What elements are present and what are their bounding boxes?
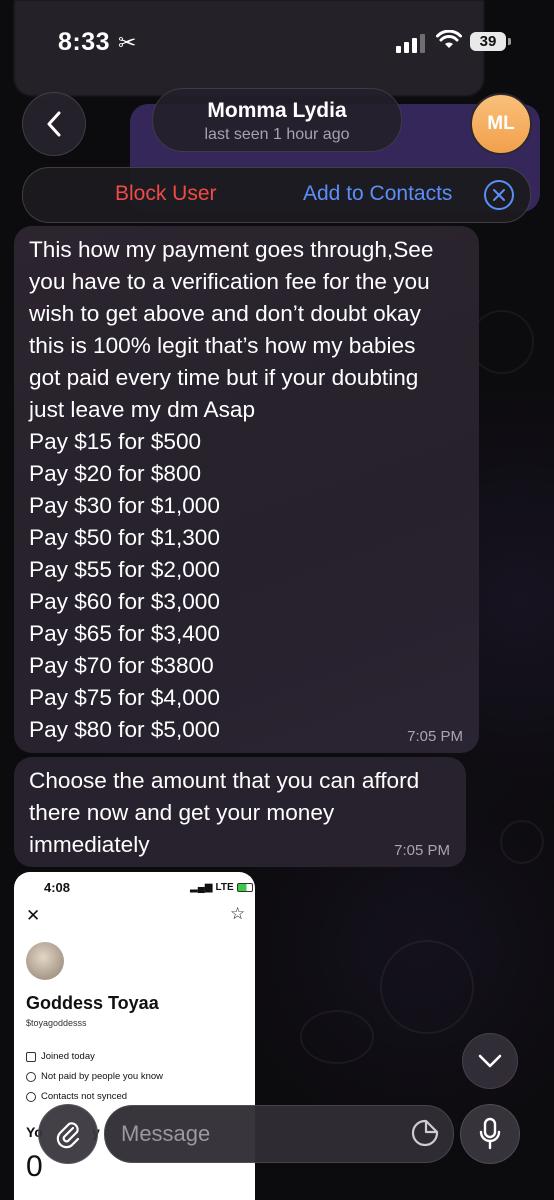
attachment-profile-handle: $toyagoddesss bbox=[26, 1018, 87, 1028]
message-line: Pay $30 for $1,000 bbox=[29, 493, 220, 518]
attachment-status-time: 4:08 bbox=[44, 880, 71, 895]
message-line: just leave my dm Asap bbox=[29, 397, 256, 422]
paperclip-icon bbox=[56, 1122, 80, 1149]
message-line: Pay $20 for $800 bbox=[29, 461, 202, 486]
attachment-info-text: Contacts not synced bbox=[41, 1091, 128, 1102]
attachment-signal-icon: ▂▄▆ bbox=[190, 882, 213, 893]
attachment-info-row: Contacts not synced bbox=[26, 1091, 127, 1102]
message-line: Pay $15 for $500 bbox=[29, 429, 202, 454]
calendar-icon bbox=[26, 1051, 36, 1062]
message-timestamp: 7:05 PM bbox=[394, 842, 450, 859]
battery-icon: 39 bbox=[470, 32, 511, 51]
scroll-to-bottom-button[interactable] bbox=[462, 1033, 518, 1089]
contact-name: Momma Lydia bbox=[207, 99, 347, 122]
close-icon[interactable] bbox=[484, 180, 514, 210]
attachment-info-row: Joined today bbox=[26, 1051, 95, 1062]
message-line: Pay $70 for $3800 bbox=[29, 653, 214, 678]
attachment-close-icon: ✕ bbox=[26, 906, 41, 925]
message-input[interactable] bbox=[119, 1118, 393, 1150]
last-seen-status: last seen 1 hour ago bbox=[204, 126, 350, 143]
attachment-info-row: Not paid by people you know bbox=[26, 1071, 163, 1082]
attach-button[interactable] bbox=[38, 1104, 98, 1164]
message-line: Pay $65 for $3,400 bbox=[29, 621, 220, 646]
prohibited-icon bbox=[26, 1071, 36, 1082]
message-line: This how my payment goes through,See bbox=[29, 237, 434, 262]
avatar[interactable]: ML bbox=[470, 93, 532, 155]
attachment-network-status: ▂▄▆ LTE bbox=[190, 882, 253, 893]
message-line: Pay $55 for $2,000 bbox=[29, 557, 220, 582]
message-line: got paid every time but if your doubting bbox=[29, 365, 419, 390]
attachment-info-text: Not paid by people you know bbox=[41, 1071, 163, 1082]
contact-action-bar: Block User Add to Contacts bbox=[22, 167, 531, 223]
wifi-icon bbox=[436, 30, 462, 48]
attachment-info-text: Joined today bbox=[41, 1051, 95, 1062]
attachment-network: LTE bbox=[215, 882, 234, 893]
add-to-contacts-button[interactable]: Add to Contacts bbox=[303, 182, 452, 206]
message-line: Pay $75 for $4,000 bbox=[29, 685, 220, 710]
message-line: wish to get above and don’t doubt okay bbox=[29, 301, 421, 326]
attachment-profile-avatar bbox=[26, 942, 64, 980]
incoming-message-bubble[interactable]: This how my payment goes through,See you… bbox=[14, 226, 479, 753]
message-line: Choose the amount that you can afford bbox=[29, 768, 420, 793]
message-line: immediately bbox=[29, 832, 150, 857]
status-bar: 8:33 ✂ 39 bbox=[0, 0, 554, 84]
message-line: Pay $80 for $5,000 bbox=[29, 717, 220, 742]
status-time: 8:33 bbox=[58, 28, 111, 56]
message-line: Pay $60 for $3,000 bbox=[29, 589, 220, 614]
background-doodle bbox=[380, 940, 474, 1034]
battery-level: 39 bbox=[479, 33, 497, 50]
chat-title[interactable]: Momma Lydia last seen 1 hour ago bbox=[152, 88, 402, 152]
attachment-star-icon: ☆ bbox=[230, 904, 246, 923]
chevron-left-icon bbox=[47, 111, 61, 137]
message-line: there now and get your money bbox=[29, 800, 335, 825]
chevron-down-icon bbox=[478, 1054, 502, 1068]
message-line: this is 100% legit that’s how my babies bbox=[29, 333, 416, 358]
avatar-initials: ML bbox=[487, 113, 515, 134]
message-input-container bbox=[104, 1105, 454, 1163]
cellular-signal-icon bbox=[396, 34, 425, 53]
microphone-icon bbox=[479, 1117, 501, 1150]
voice-message-button[interactable] bbox=[460, 1104, 520, 1164]
incoming-message-bubble[interactable]: Choose the amount that you can afford th… bbox=[14, 757, 466, 867]
attachment-amount: 0 bbox=[26, 1150, 43, 1183]
background-doodle bbox=[470, 310, 534, 374]
attachment-battery-icon bbox=[236, 883, 253, 892]
sticker-icon[interactable] bbox=[410, 1118, 440, 1148]
message-line: Pay $50 for $1,300 bbox=[29, 525, 220, 550]
prohibited-icon bbox=[26, 1091, 36, 1102]
block-user-button[interactable]: Block User bbox=[115, 182, 217, 206]
message-timestamp: 7:05 PM bbox=[407, 728, 463, 745]
background-doodle bbox=[500, 820, 544, 864]
attachment-profile-name: Goddess Toyaa bbox=[26, 993, 159, 1013]
background-doodle bbox=[300, 1010, 374, 1064]
scissors-icon: ✂ bbox=[118, 30, 137, 55]
message-line: you have to a verification fee for the y… bbox=[29, 269, 430, 294]
back-button[interactable] bbox=[22, 92, 86, 156]
